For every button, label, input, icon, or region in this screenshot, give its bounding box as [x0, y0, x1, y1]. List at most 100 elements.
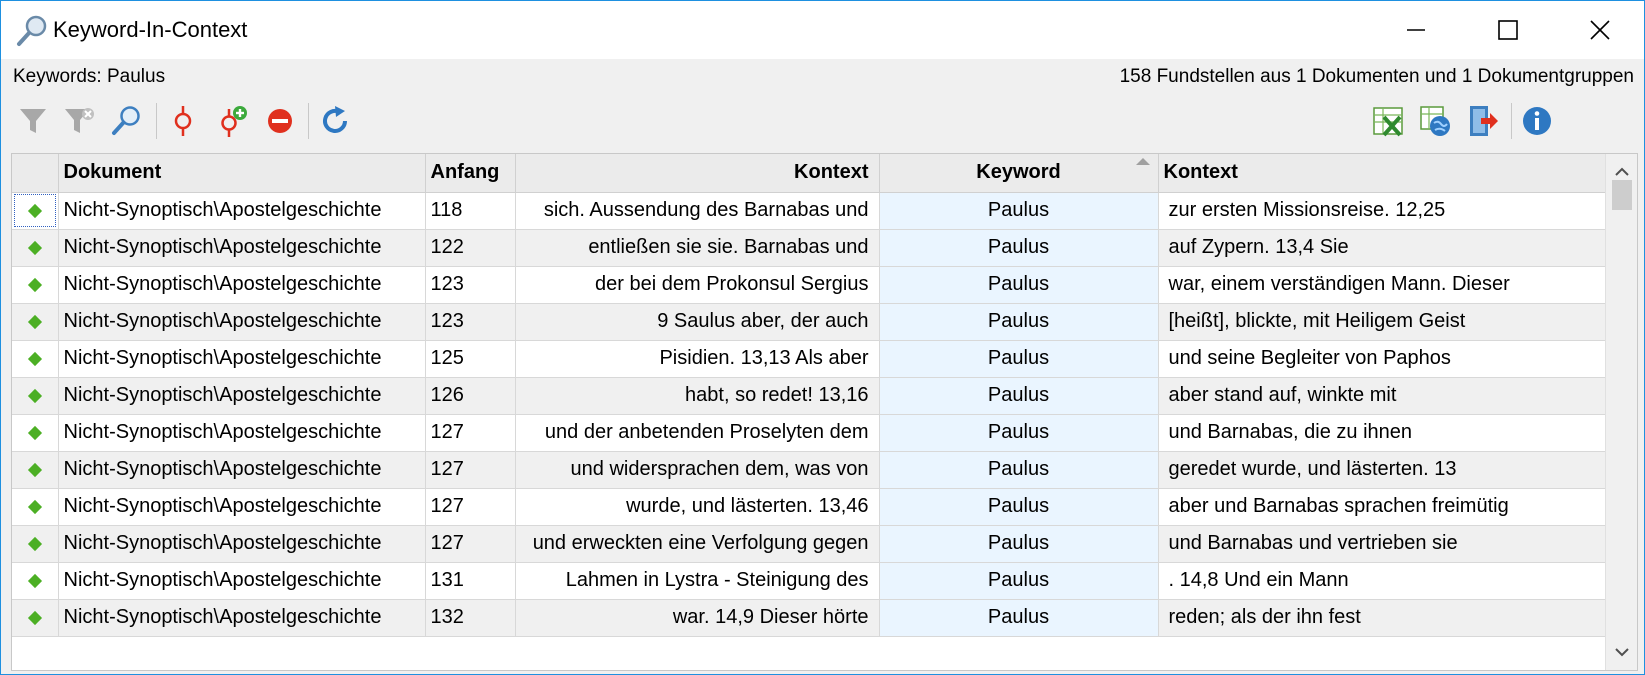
cell-dokument[interactable]: Nicht-Synoptisch\Apostelgeschichte: [58, 451, 426, 489]
cell-dokument[interactable]: Nicht-Synoptisch\Apostelgeschichte: [58, 303, 426, 341]
cell-kontext-left[interactable]: sich. Aussendung des Barnabas und: [515, 192, 880, 230]
close-button[interactable]: [1554, 1, 1644, 59]
cell-dokument[interactable]: Nicht-Synoptisch\Apostelgeschichte: [58, 599, 426, 637]
cell-kontext-right[interactable]: zur ersten Missionsreise. 12,25: [1158, 192, 1606, 230]
table-row[interactable]: Nicht-Synoptisch\Apostelgeschichte 127 wur…: [12, 488, 1606, 526]
cell-keyword[interactable]: Paulus: [879, 266, 1159, 304]
indicator-header[interactable]: [12, 154, 59, 193]
cell-anfang[interactable]: 131: [425, 562, 516, 600]
column-header-dokument[interactable]: Dokument: [58, 154, 426, 193]
cell-kontext-left[interactable]: und erweckten eine Verfolgung gegen: [515, 525, 880, 563]
cell-keyword[interactable]: Paulus: [879, 229, 1159, 267]
table-row[interactable]: Nicht-Synoptisch\Apostelgeschichte 131 Lah…: [12, 562, 1606, 600]
row-indicator[interactable]: [12, 303, 59, 341]
cell-anfang[interactable]: 122: [425, 229, 516, 267]
cell-anfang[interactable]: 127: [425, 414, 516, 452]
table-row[interactable]: Nicht-Synoptisch\Apostelgeschichte 127 und…: [12, 451, 1606, 489]
keyword-marker-button[interactable]: [163, 101, 203, 141]
cell-anfang[interactable]: 123: [425, 303, 516, 341]
cell-kontext-right[interactable]: [heißt], blickte, mit Heiligem Geist: [1158, 303, 1606, 341]
scroll-down-button[interactable]: [1606, 634, 1637, 670]
search-button[interactable]: [107, 101, 147, 141]
cell-anfang[interactable]: 126: [425, 377, 516, 415]
row-indicator[interactable]: [12, 451, 59, 489]
row-indicator[interactable]: [12, 414, 59, 452]
cell-kontext-right[interactable]: war, einem verständigen Mann. Dieser: [1158, 266, 1606, 304]
row-indicator[interactable]: [12, 377, 59, 415]
cell-kontext-left[interactable]: und der anbetenden Proselyten dem: [515, 414, 880, 452]
table-row[interactable]: Nicht-Synoptisch\Apostelgeschichte 132 war…: [12, 599, 1606, 637]
html-export-button[interactable]: [1415, 101, 1455, 141]
table-row[interactable]: Nicht-Synoptisch\Apostelgeschichte 118 sic…: [12, 192, 1606, 230]
cell-anfang[interactable]: 127: [425, 525, 516, 563]
table-row[interactable]: Nicht-Synoptisch\Apostelgeschichte 123 der…: [12, 266, 1606, 304]
row-indicator[interactable]: [12, 266, 59, 304]
row-indicator[interactable]: [12, 229, 59, 267]
cell-keyword[interactable]: Paulus: [879, 377, 1159, 415]
cell-kontext-left[interactable]: entließen sie sie. Barnabas und: [515, 229, 880, 267]
kwic-table[interactable]: Dokument Anfang Kontext Keyword Kontext …: [11, 153, 1638, 671]
cell-dokument[interactable]: Nicht-Synoptisch\Apostelgeschichte: [58, 340, 426, 378]
cell-anfang[interactable]: 127: [425, 488, 516, 526]
column-header-kontext-right[interactable]: Kontext: [1158, 154, 1606, 193]
cell-anfang[interactable]: 123: [425, 266, 516, 304]
table-row[interactable]: Nicht-Synoptisch\Apostelgeschichte 127 und…: [12, 414, 1606, 452]
cell-kontext-left[interactable]: wurde, und lästerten. 13,46: [515, 488, 880, 526]
cell-kontext-right[interactable]: geredet wurde, und lästerten. 13: [1158, 451, 1606, 489]
cell-anfang[interactable]: 125: [425, 340, 516, 378]
clear-filter-button[interactable]: [59, 101, 99, 141]
column-header-keyword[interactable]: Keyword: [879, 154, 1159, 193]
cell-kontext-left[interactable]: Lahmen in Lystra - Steinigung des: [515, 562, 880, 600]
cell-dokument[interactable]: Nicht-Synoptisch\Apostelgeschichte: [58, 525, 426, 563]
cell-dokument[interactable]: Nicht-Synoptisch\Apostelgeschichte: [58, 229, 426, 267]
cell-kontext-right[interactable]: reden; als der ihn fest: [1158, 599, 1606, 637]
cell-kontext-right[interactable]: auf Zypern. 13,4 Sie: [1158, 229, 1606, 267]
info-button[interactable]: [1517, 101, 1557, 141]
cell-dokument[interactable]: Nicht-Synoptisch\Apostelgeschichte: [58, 488, 426, 526]
filter-button[interactable]: [13, 101, 53, 141]
cell-kontext-left[interactable]: habt, so redet! 13,16: [515, 377, 880, 415]
row-indicator[interactable]: [12, 340, 59, 378]
row-indicator[interactable]: [12, 525, 59, 563]
cell-kontext-left[interactable]: Pisidien. 13,13 Als aber: [515, 340, 880, 378]
export-button[interactable]: [1463, 101, 1503, 141]
cell-keyword[interactable]: Paulus: [879, 599, 1159, 637]
cell-kontext-right[interactable]: . 14,8 Und ein Mann: [1158, 562, 1606, 600]
cell-keyword[interactable]: Paulus: [879, 192, 1159, 230]
cell-anfang[interactable]: 127: [425, 451, 516, 489]
table-row[interactable]: Nicht-Synoptisch\Apostelgeschichte 125 Pis…: [12, 340, 1606, 378]
add-keyword-button[interactable]: [212, 101, 252, 141]
refresh-button[interactable]: [315, 101, 355, 141]
column-header-anfang[interactable]: Anfang: [425, 154, 516, 193]
table-row[interactable]: Nicht-Synoptisch\Apostelgeschichte 126 hab…: [12, 377, 1606, 415]
cell-kontext-right[interactable]: aber und Barnabas sprachen freimütig: [1158, 488, 1606, 526]
cell-dokument[interactable]: Nicht-Synoptisch\Apostelgeschichte: [58, 414, 426, 452]
cell-keyword[interactable]: Paulus: [879, 303, 1159, 341]
row-indicator[interactable]: [12, 599, 59, 637]
cell-keyword[interactable]: Paulus: [879, 340, 1159, 378]
cell-keyword[interactable]: Paulus: [879, 414, 1159, 452]
cell-keyword[interactable]: Paulus: [879, 451, 1159, 489]
cell-kontext-left[interactable]: war. 14,9 Dieser hörte: [515, 599, 880, 637]
excel-export-button[interactable]: [1368, 101, 1408, 141]
row-indicator[interactable]: [12, 192, 59, 230]
cell-kontext-right[interactable]: und Barnabas und vertrieben sie: [1158, 525, 1606, 563]
cell-kontext-left[interactable]: der bei dem Prokonsul Sergius: [515, 266, 880, 304]
cell-kontext-right[interactable]: aber stand auf, winkte mit: [1158, 377, 1606, 415]
title-bar[interactable]: Keyword-In-Context: [1, 1, 1644, 59]
row-indicator[interactable]: [12, 488, 59, 526]
cell-dokument[interactable]: Nicht-Synoptisch\Apostelgeschichte: [58, 562, 426, 600]
remove-button[interactable]: [260, 101, 300, 141]
cell-keyword[interactable]: Paulus: [879, 525, 1159, 563]
cell-anfang[interactable]: 132: [425, 599, 516, 637]
cell-keyword[interactable]: Paulus: [879, 488, 1159, 526]
column-header-kontext-left[interactable]: Kontext: [515, 154, 880, 193]
cell-kontext-right[interactable]: und seine Begleiter von Paphos: [1158, 340, 1606, 378]
table-row[interactable]: Nicht-Synoptisch\Apostelgeschichte 127 und…: [12, 525, 1606, 563]
cell-dokument[interactable]: Nicht-Synoptisch\Apostelgeschichte: [58, 192, 426, 230]
cell-kontext-right[interactable]: und Barnabas, die zu ihnen: [1158, 414, 1606, 452]
minimize-button[interactable]: [1370, 1, 1462, 59]
cell-anfang[interactable]: 118: [425, 192, 516, 230]
cell-dokument[interactable]: Nicht-Synoptisch\Apostelgeschichte: [58, 266, 426, 304]
maximize-button[interactable]: [1462, 1, 1554, 59]
